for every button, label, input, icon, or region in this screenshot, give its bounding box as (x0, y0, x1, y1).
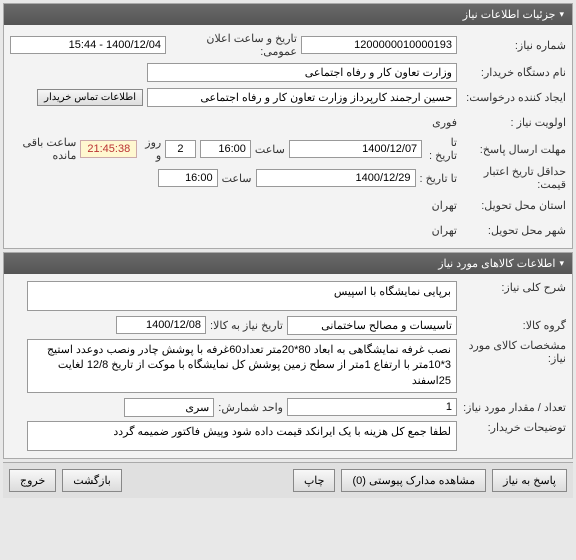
public-time-label: تاریخ و ساعت اعلان عمومی: (170, 32, 297, 58)
goods-panel: ▾ اطلاعات کالاهای مورد نیاز شرح کلی نیاز… (3, 252, 573, 459)
public-time-field[interactable]: 1400/12/04 - 15:44 (10, 36, 166, 54)
city-value: تهران (432, 224, 457, 237)
need-number-label: شماره نیاز: (461, 39, 566, 52)
exit-button[interactable]: خروج (9, 469, 56, 492)
priority-value: فوری (432, 116, 457, 129)
buyer-label: نام دستگاه خریدار: (461, 66, 566, 79)
contact-buyer-button[interactable]: اطلاعات تماس خریدار (37, 89, 143, 106)
min-valid-date-field[interactable]: 1400/12/29 (256, 169, 416, 187)
spec-label: مشخصات کالای مورد نیاز: (461, 339, 566, 365)
min-valid-label: حداقل تاریخ اعتبار قیمت: (461, 165, 566, 191)
spec-textarea[interactable]: نصب غرفه نمایشگاهی به ابعاد 80*20متر تعد… (27, 339, 457, 393)
time-label-1: ساعت (255, 143, 285, 156)
buyer-field[interactable]: وزارت تعاون کار و رفاه اجتماعی (147, 63, 457, 82)
goods-panel-header[interactable]: ▾ اطلاعات کالاهای مورد نیاز (4, 253, 572, 274)
details-panel-header[interactable]: ▾ جزئیات اطلاعات نیاز (4, 4, 572, 25)
need-date-label: تاریخ نیاز به کالا: (210, 319, 283, 332)
need-number-field[interactable]: 1200000010000193 (301, 36, 457, 54)
time-label-2: ساعت (222, 172, 252, 185)
desc-label: شرح کلی نیاز: (461, 281, 566, 294)
details-panel-body: شماره نیاز: 1200000010000193 تاریخ و ساع… (4, 25, 572, 248)
view-attachments-button[interactable]: مشاهده مدارک پیوستی (0) (341, 469, 486, 492)
notes-label: توضیحات خریدار: (461, 421, 566, 434)
print-button[interactable]: چاپ (293, 469, 336, 492)
goods-panel-body: شرح کلی نیاز: برپایی نمایشگاه با اسپیس گ… (4, 274, 572, 458)
footer-spacer (128, 469, 287, 492)
unit-field[interactable]: سری (124, 398, 214, 417)
deadline-send-label: مهلت ارسال پاسخ: (461, 143, 566, 156)
details-panel-title: جزئیات اطلاعات نیاز (463, 8, 556, 21)
to-date-label-2: تا تاریخ : (420, 172, 457, 185)
back-button[interactable]: بازگشت (62, 469, 122, 492)
desc-textarea[interactable]: برپایی نمایشگاه با اسپیس (27, 281, 457, 311)
days-and-text: روز و (141, 136, 161, 162)
to-date-label-1: تا تاریخ : (426, 136, 457, 162)
province-label: استان محل تحویل: (461, 199, 566, 212)
notes-textarea[interactable]: لطفا جمع کل هزینه با یک ایرانکد قیمت داد… (27, 421, 457, 451)
priority-label: اولویت نیاز : (461, 116, 566, 129)
min-valid-time-field[interactable]: 16:00 (158, 169, 218, 187)
details-panel: ▾ جزئیات اطلاعات نیاز شماره نیاز: 120000… (3, 3, 573, 249)
days-count-field[interactable]: 2 (165, 140, 196, 158)
qty-label: تعداد / مقدار مورد نیاز: (461, 401, 566, 414)
chevron-down-icon: ▾ (559, 9, 564, 20)
qty-field[interactable]: 1 (287, 398, 457, 416)
deadline-time-field[interactable]: 16:00 (200, 140, 251, 158)
reply-button[interactable]: پاسخ به نیاز (492, 469, 567, 492)
group-field[interactable]: تاسیسات و مصالح ساختمانی (287, 316, 457, 335)
group-label: گروه کالا: (461, 319, 566, 332)
timer-suffix: ساعت باقی مانده (10, 136, 76, 162)
deadline-date-field[interactable]: 1400/12/07 (289, 140, 422, 158)
need-date-field[interactable]: 1400/12/08 (116, 316, 206, 334)
creator-field[interactable]: حسین ارجمند کارپرداز وزارت تعاون کار و ر… (147, 88, 457, 107)
province-value: تهران (432, 199, 457, 212)
countdown-timer: 21:45:38 (80, 140, 137, 158)
footer-toolbar: پاسخ به نیاز مشاهده مدارک پیوستی (0) چاپ… (3, 462, 573, 498)
creator-label: ایجاد کننده درخواست: (461, 91, 566, 104)
city-label: شهر محل تحویل: (461, 224, 566, 237)
unit-label: واحد شمارش: (218, 401, 283, 414)
goods-panel-title: اطلاعات کالاهای مورد نیاز (438, 257, 555, 270)
chevron-down-icon: ▾ (559, 258, 564, 269)
